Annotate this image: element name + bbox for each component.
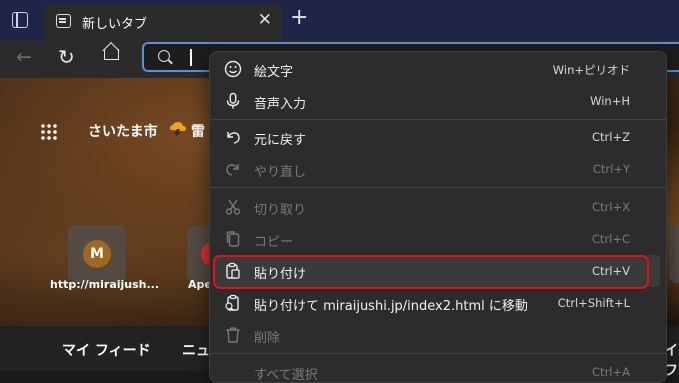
menu-item-label: コピー bbox=[254, 235, 294, 250]
trash-icon bbox=[226, 327, 240, 343]
menu-item-delete[interactable]: 削除 bbox=[214, 319, 660, 351]
menu-item-label: 音声入力 bbox=[254, 97, 307, 112]
menu-item-select-all[interactable]: すべて選択 Ctrl+A bbox=[214, 356, 660, 383]
apps-launcher-icon[interactable] bbox=[40, 123, 58, 141]
context-menu: 絵文字 Win+ピリオド 音声入力 Win+H 元に戻す Ctrl+Z やり直し… bbox=[209, 51, 667, 383]
menu-item-redo[interactable]: やり直し Ctrl+Y bbox=[214, 153, 660, 185]
menu-separator bbox=[210, 353, 666, 354]
shortcut-tile-miraijushi[interactable]: M bbox=[68, 225, 126, 283]
menu-item-label: 貼り付けて miraijushi.jp/index2.html に移動 bbox=[254, 299, 528, 314]
menu-item-shortcut: Ctrl+Shift+L bbox=[557, 296, 630, 310]
refresh-button[interactable]: ↻ bbox=[58, 45, 75, 69]
scissors-icon bbox=[225, 199, 241, 215]
home-button[interactable] bbox=[104, 49, 119, 60]
shortcut-label: http://miraijush... bbox=[50, 278, 160, 291]
menu-item-shortcut: Win+ピリオド bbox=[552, 63, 630, 77]
menu-item-shortcut: Ctrl+Y bbox=[592, 162, 630, 176]
menu-separator bbox=[210, 187, 666, 188]
emoji-icon bbox=[224, 60, 242, 78]
undo-icon bbox=[227, 132, 240, 144]
paste-highlight-annotation bbox=[213, 255, 649, 289]
paste-go-icon bbox=[225, 294, 239, 311]
close-tab-icon[interactable]: ✕ bbox=[258, 10, 272, 30]
menu-item-undo[interactable]: 元に戻す Ctrl+Z bbox=[214, 121, 660, 153]
menu-item-emoji[interactable]: 絵文字 Win+ピリオド bbox=[214, 53, 660, 85]
tab-title: 新しいタブ bbox=[82, 17, 148, 32]
tab-new-tab[interactable]: 新しいタブ ✕ bbox=[44, 4, 282, 40]
weather-city[interactable]: さいたま市 bbox=[88, 121, 158, 141]
menu-item-shortcut: Ctrl+A bbox=[592, 365, 630, 379]
site-avatar: M bbox=[83, 240, 111, 268]
new-tab-button[interactable]: + bbox=[290, 5, 308, 30]
menu-item-shortcut: Ctrl+Z bbox=[592, 130, 630, 144]
tab-actions-icon[interactable] bbox=[12, 12, 28, 28]
title-bar: 新しいタブ ✕ + bbox=[0, 0, 679, 40]
text-caret bbox=[190, 49, 192, 66]
new-tab-page-icon bbox=[56, 14, 71, 28]
menu-item-label: 切り取り bbox=[254, 203, 307, 218]
menu-separator bbox=[210, 119, 666, 120]
menu-item-label: 削除 bbox=[254, 331, 281, 346]
menu-item-label: やり直し bbox=[254, 165, 307, 180]
feed-tab-my-feed[interactable]: マイ フィード bbox=[62, 340, 151, 360]
menu-item-cut[interactable]: 切り取り Ctrl+X bbox=[214, 191, 660, 223]
menu-item-label: すべて選択 bbox=[254, 368, 318, 383]
back-button[interactable]: ← bbox=[16, 46, 32, 68]
feed-tab-news[interactable]: ニュ bbox=[182, 340, 210, 360]
menu-item-label: 絵文字 bbox=[254, 65, 294, 80]
search-icon bbox=[158, 50, 170, 62]
menu-item-paste-and-go[interactable]: 貼り付けて miraijushi.jp/index2.html に移動 Ctrl… bbox=[214, 287, 660, 319]
menu-item-shortcut: Ctrl+X bbox=[592, 200, 630, 214]
menu-item-label: 元に戻す bbox=[254, 133, 307, 148]
weather-condition[interactable]: 雷 bbox=[191, 121, 205, 141]
microphone-icon bbox=[226, 92, 240, 109]
menu-item-voice-input[interactable]: 音声入力 Win+H bbox=[214, 85, 660, 117]
copy-icon bbox=[226, 231, 240, 247]
menu-item-shortcut: Win+H bbox=[590, 94, 630, 108]
redo-icon bbox=[226, 164, 239, 176]
thunderstorm-icon bbox=[170, 122, 186, 138]
menu-item-copy[interactable]: コピー Ctrl+C bbox=[214, 223, 660, 255]
menu-item-shortcut: Ctrl+C bbox=[591, 232, 630, 246]
shortcut-tile-partial[interactable] bbox=[669, 225, 679, 283]
